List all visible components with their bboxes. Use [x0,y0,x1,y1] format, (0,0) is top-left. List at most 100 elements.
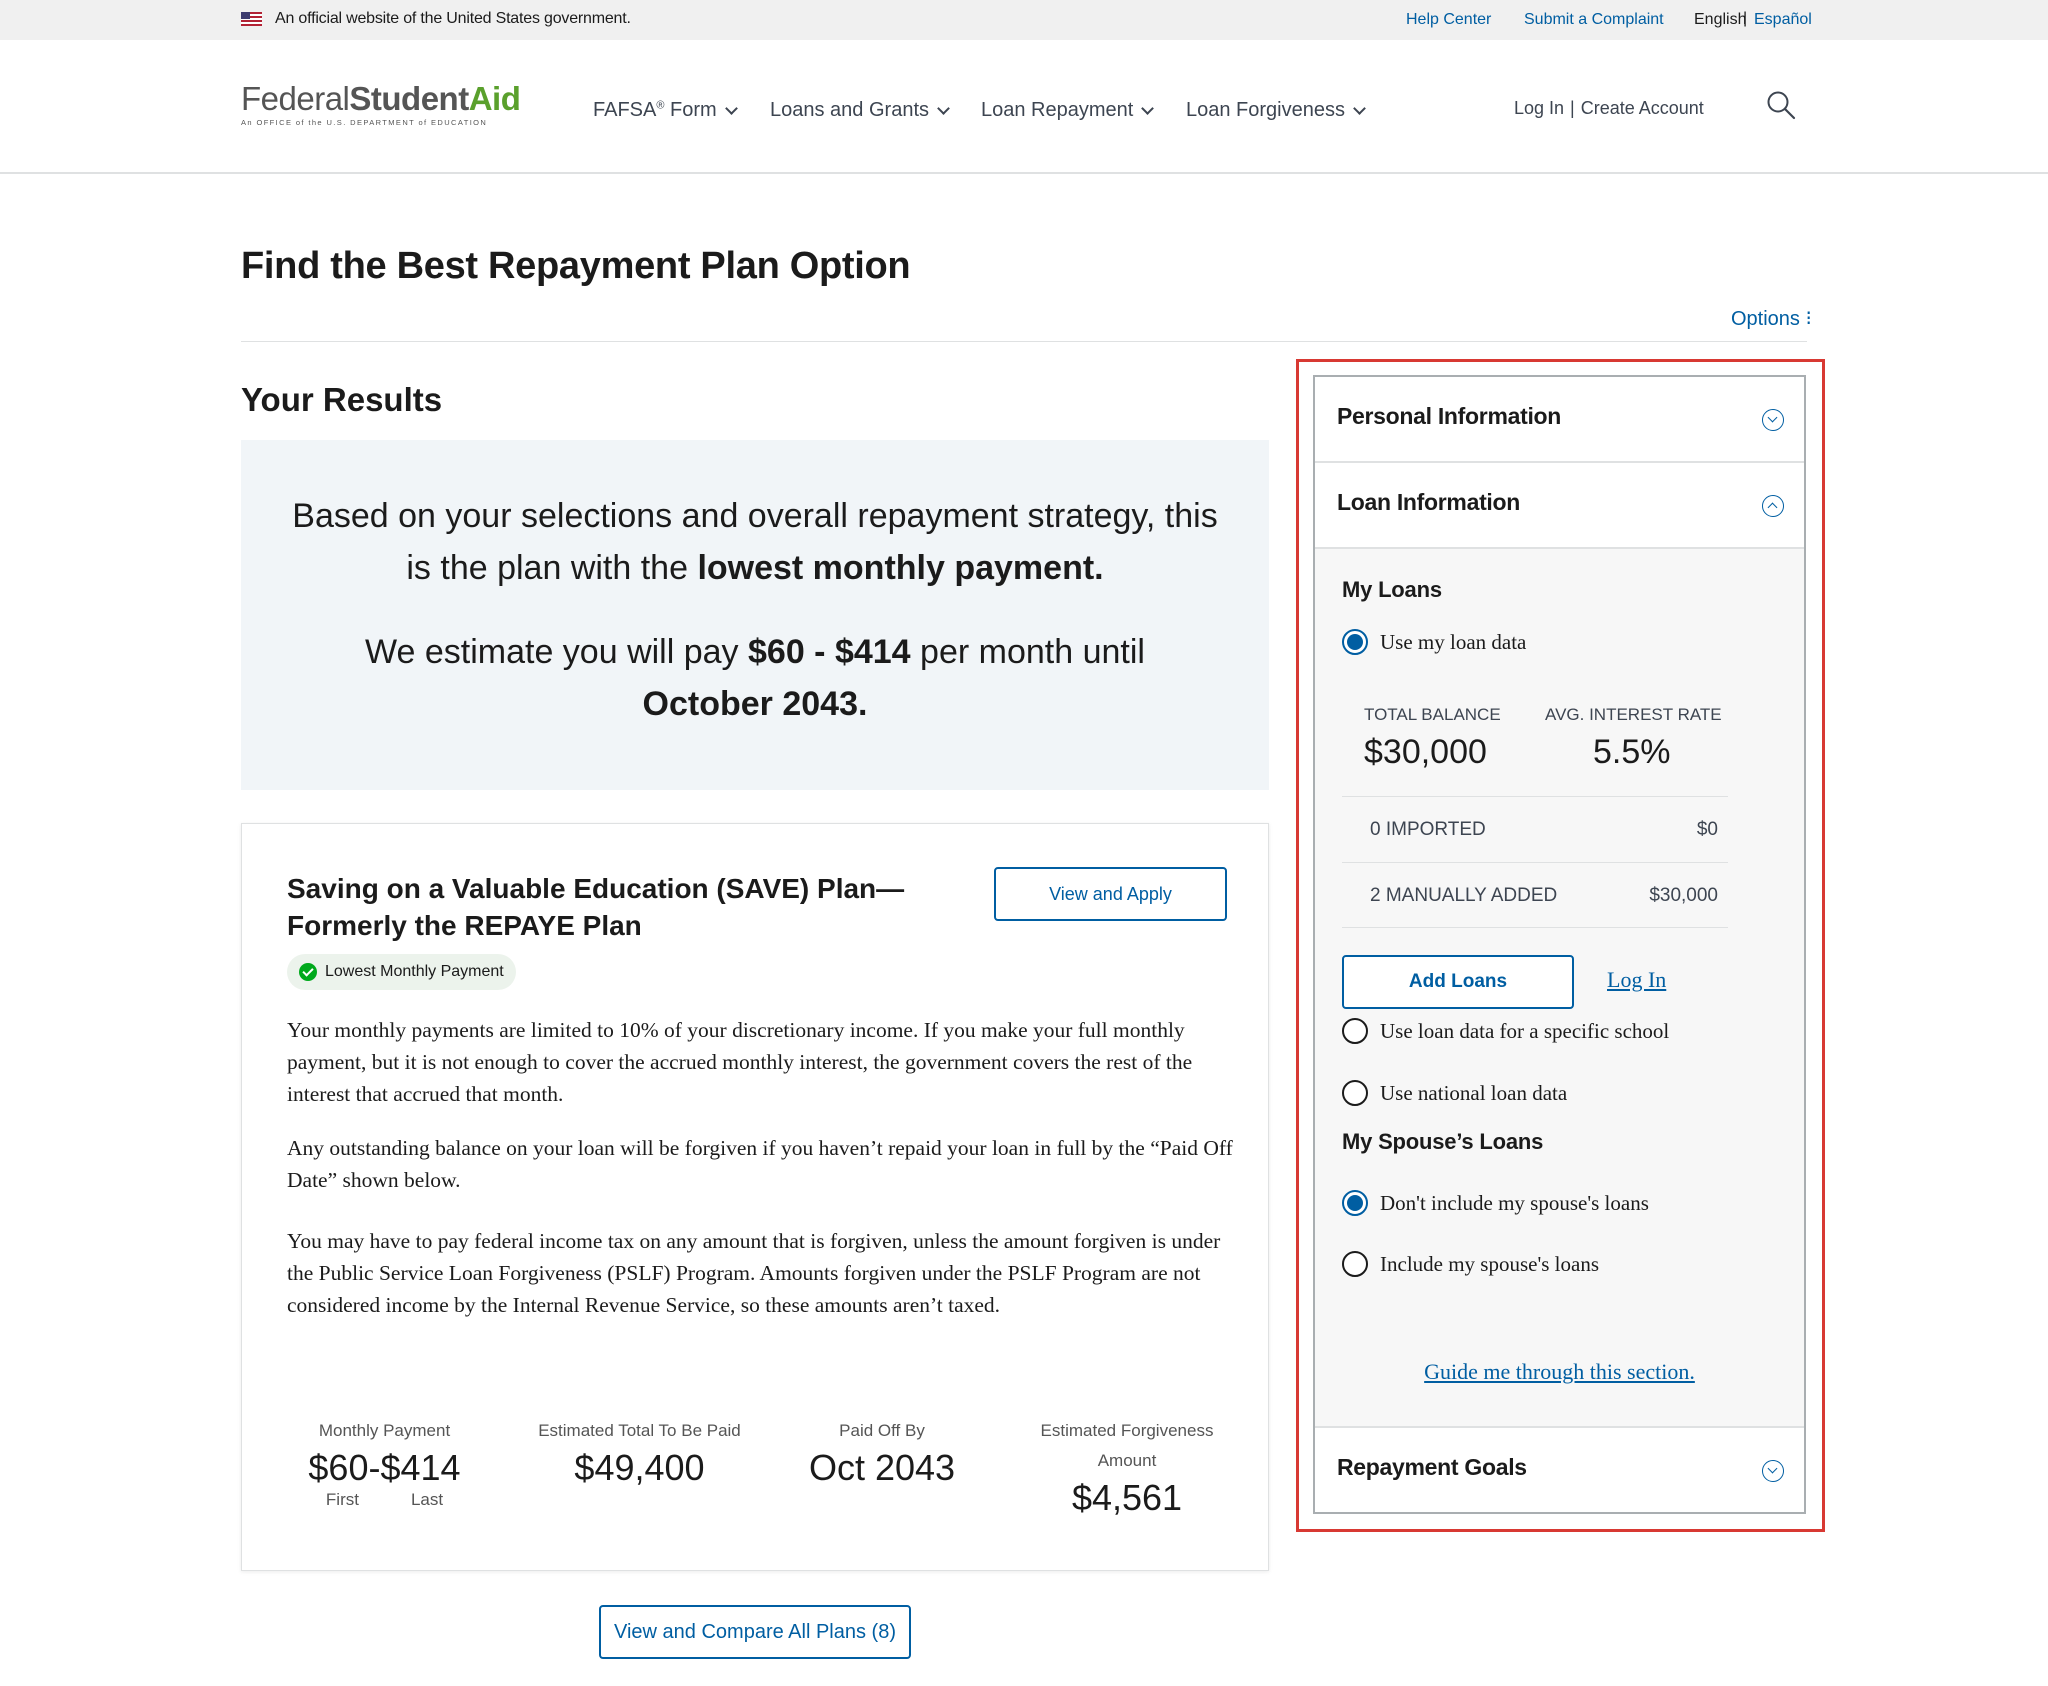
imported-loans-row: 0 IMPORTED $0 [1342,796,1728,862]
radio-button[interactable] [1342,1080,1368,1106]
inputs-accordion: Personal Information Loan Information My… [1313,375,1806,1514]
manual-loans-label: 2 MANUALLY ADDED [1370,885,1558,906]
header-login-link[interactable]: Log In [1514,98,1564,118]
radio-button[interactable] [1342,1018,1368,1044]
expand-circle-icon [1762,1460,1784,1482]
spouse-loans-heading: My Spouse’s Loans [1342,1129,1544,1154]
loan-information-panel: My Loans Use my loan data TOTAL BALANCE … [1315,549,1804,1426]
title-divider [241,341,1807,342]
radio-button[interactable] [1342,1251,1368,1277]
chevron-down-icon [724,101,738,115]
fsa-logo[interactable]: FederalStudentAid An OFFICE of the U.S. … [241,80,521,132]
total-balance-label: TOTAL BALANCE [1364,705,1501,724]
personal-info-label: Personal Information [1337,403,1562,429]
logo-federal: Federal [241,80,350,117]
my-loans-heading: My Loans [1342,577,1442,602]
logo-student: Student [349,80,469,117]
nav-loan-forgiveness[interactable]: Loan Forgiveness [1186,99,1366,122]
auth-links: Log In | Create Account [1514,98,1704,119]
radio-national-data[interactable]: Use national loan data [1342,1080,1567,1106]
avg-interest-rate-label: AVG. INTEREST RATE [1545,705,1722,724]
create-account-link[interactable]: Create Account [1581,98,1704,118]
nav-loans-grants-label: Loans and Grants [770,99,929,121]
avg-interest-rate-value: 5.5% [1593,733,1671,771]
guide-me-link[interactable]: Guide me through this section. [1315,1359,1804,1385]
stat-forgiveness-value: $4,561 [1071,1477,1183,1518]
loan-info-label: Loan Information [1337,489,1521,515]
accordion-personal-information[interactable]: Personal Information [1315,377,1804,463]
chevron-down-icon [1353,101,1366,115]
radio-button-checked[interactable] [1342,629,1368,655]
nav-loans-grants[interactable]: Loans and Grants [770,99,950,122]
manual-loans-value: $30,000 [1649,885,1718,906]
expand-circle-icon [1762,409,1784,431]
radio-specific-school-label: Use loan data for a specific school [1380,1018,1670,1043]
search-icon[interactable] [1766,90,1796,120]
plan-title: Saving on a Valuable Education (SAVE) Pl… [287,873,905,941]
sidebar-login-link[interactable]: Log In [1607,967,1666,993]
radio-dont-include-spouse-label: Don't include my spouse's loans [1380,1190,1649,1215]
plan-card: Saving on a Valuable Education (SAVE) Pl… [241,823,1269,1571]
stat-total-value: $49,400 [574,1447,705,1488]
language-espanol-link[interactable]: Español [1754,11,1812,29]
nav-fafsa-label: FAFSA [593,99,657,121]
lowest-payment-badge: Lowest Monthly Payment [287,954,516,990]
stat-total-paid: Estimated Total To Be Paid $49,400 [517,1416,762,1490]
gov-banner-text: An official website of the United States… [275,10,631,27]
radio-specific-school[interactable]: Use loan data for a specific school [1342,1018,1669,1044]
plan-description-tax: You may have to pay federal income tax o… [287,1229,1221,1317]
nav-fafsa-suffix: Form [670,99,717,121]
total-balance-value: $30,000 [1364,733,1487,771]
language-english: English [1694,11,1747,28]
language-separator: | [1743,10,1748,27]
compare-all-plans-button[interactable]: View and Compare All Plans (8) [599,1605,911,1659]
registered-mark: ® [656,99,665,112]
stat-total-label: Estimated Total To Be Paid [538,1421,741,1440]
radio-use-my-loan-data[interactable]: Use my loan data [1342,629,1526,655]
page-title: Find the Best Repayment Plan Option [241,245,911,287]
add-loans-button[interactable]: Add Loans [1342,955,1574,1009]
accordion-repayment-goals[interactable]: Repayment Goals [1315,1426,1804,1512]
options-menu-link[interactable]: Options ⁝ [1731,306,1812,331]
stat-paid-off-value: Oct 2043 [808,1447,956,1488]
nav-loan-repayment-label: Loan Repayment [981,99,1134,121]
stat-monthly-payment: Monthly Payment $60-$414 First Last [272,1416,497,1510]
radio-national-data-label: Use national loan data [1380,1080,1568,1105]
badge-label: Lowest Monthly Payment [325,963,504,980]
help-center-link[interactable]: Help Center [1406,11,1491,29]
stat-paid-off-label: Paid Off By [839,1421,925,1440]
auth-separator: | [1570,98,1575,118]
chevron-down-icon [937,101,950,115]
nav-loan-forgiveness-label: Loan Forgiveness [1186,99,1345,121]
radio-button-checked[interactable] [1342,1190,1368,1216]
radio-include-spouse-label: Include my spouse's loans [1380,1251,1600,1276]
manual-loans-row: 2 MANUALLY ADDED $30,000 [1342,862,1728,928]
stat-monthly-label: Monthly Payment [318,1421,451,1440]
logo-subtitle: An OFFICE of the U.S. DEPARTMENT of EDUC… [241,118,488,127]
check-circle-icon [299,963,317,981]
repayment-goals-label: Repayment Goals [1337,1454,1527,1480]
summary-estimate-text: We estimate you will pay $60 - $414 per … [365,633,1145,723]
site-header: FederalStudentAid An OFFICE of the U.S. … [0,40,2048,174]
view-and-apply-button[interactable]: View and Apply [994,867,1227,921]
collapse-circle-icon [1762,495,1784,517]
gov-banner: An official website of the United States… [0,0,2048,40]
plan-description-forgiveness: Any outstanding balance on your loan wil… [287,1136,1233,1192]
nav-loan-repayment[interactable]: Loan Repayment [981,99,1155,122]
us-flag-icon [241,12,262,26]
results-summary: Based on your selections and overall rep… [241,440,1269,790]
nav-fafsa[interactable]: FAFSA® Form [593,99,738,122]
results-title: Your Results [241,381,443,418]
plan-description-payments: Your monthly payments are limited to 10%… [287,1018,1193,1106]
stat-paid-off: Paid Off By Oct 2043 [772,1416,992,1490]
accordion-loan-information[interactable]: Loan Information [1315,463,1804,549]
stat-forgiveness-label: Estimated Forgiveness Amount [1040,1421,1214,1470]
stat-monthly-value: $60-$414 [308,1447,461,1488]
imported-loans-label: 0 IMPORTED [1370,819,1486,840]
radio-dont-include-spouse[interactable]: Don't include my spouse's loans [1342,1190,1649,1216]
stat-monthly-sub: First Last [325,1490,444,1509]
radio-include-spouse[interactable]: Include my spouse's loans [1342,1251,1599,1277]
submit-complaint-link[interactable]: Submit a Complaint [1524,11,1664,29]
stat-forgiveness: Estimated Forgiveness Amount $4,561 [1032,1416,1222,1520]
logo-aid: Aid [468,80,521,117]
